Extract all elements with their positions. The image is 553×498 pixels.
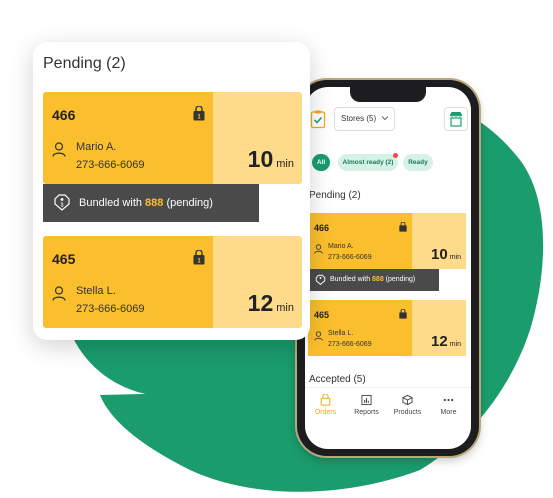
bundle-tag-icon: $ bbox=[54, 194, 70, 211]
order-card[interactable]: 465 1 Stella L. 273-666-6069 12 min bbox=[43, 236, 302, 328]
person-icon bbox=[314, 244, 323, 254]
order-number: 466 bbox=[314, 223, 330, 233]
customer-phone: 273-666-6069 bbox=[328, 341, 372, 348]
store-button[interactable] bbox=[444, 107, 468, 131]
time-remaining: 12 min bbox=[247, 290, 294, 316]
ellipsis-icon bbox=[443, 398, 454, 402]
chevron-down-icon bbox=[381, 116, 389, 121]
customer-name: Mario A. bbox=[76, 141, 117, 153]
customer-phone: 273-666-6069 bbox=[76, 303, 145, 315]
storefront-icon bbox=[449, 112, 463, 127]
customer-phone: 273-666-6069 bbox=[76, 159, 145, 171]
locked-bag-icon bbox=[399, 222, 407, 232]
accepted-section-title: Accepted (5) bbox=[309, 374, 366, 385]
order-card[interactable]: 466 1 Mario A. 273-666-6069 10 min bbox=[43, 92, 302, 184]
phone-screen: Stores (5) All Almost ready (2) Ready Pe… bbox=[305, 87, 471, 449]
customer-name: Stella L. bbox=[328, 330, 354, 337]
locked-bag-icon bbox=[399, 309, 407, 319]
locked-bag-icon: 1 bbox=[193, 250, 205, 265]
clipboard-check-icon[interactable] bbox=[310, 109, 326, 129]
bar-chart-icon bbox=[361, 394, 372, 406]
bundle-banner[interactable]: Bundled with 888 (pending) bbox=[309, 269, 439, 291]
svg-text:$: $ bbox=[61, 203, 64, 209]
bundle-banner[interactable]: $ Bundled with 888 (pending) bbox=[43, 184, 259, 222]
svg-text:1: 1 bbox=[197, 258, 201, 265]
pending-section-title: Pending (2) bbox=[309, 190, 361, 201]
time-remaining: 10 min bbox=[247, 146, 294, 172]
alert-dot bbox=[393, 153, 398, 158]
phone-notch bbox=[350, 87, 426, 102]
tab-more[interactable]: More bbox=[428, 394, 469, 416]
stores-dropdown[interactable]: Stores (5) bbox=[334, 107, 395, 131]
customer-phone: 273-666-6069 bbox=[328, 254, 372, 261]
tab-orders[interactable]: Orders bbox=[305, 394, 346, 416]
bottom-tab-bar: Orders Reports Products More bbox=[305, 387, 471, 428]
order-card[interactable]: 465 Stella L. 273-666-6069 12 min bbox=[308, 300, 466, 356]
person-icon bbox=[314, 331, 323, 341]
bag-icon bbox=[320, 394, 331, 406]
time-remaining: 10 min bbox=[431, 246, 461, 263]
order-number: 465 bbox=[52, 251, 76, 267]
order-number: 466 bbox=[52, 107, 76, 123]
svg-text:1: 1 bbox=[197, 114, 201, 121]
order-number: 465 bbox=[314, 310, 330, 320]
person-icon bbox=[52, 286, 66, 301]
bundle-text: Bundled with 888 (pending) bbox=[330, 276, 416, 283]
box-icon bbox=[402, 394, 413, 406]
locked-bag-icon: 1 bbox=[193, 106, 205, 121]
time-remaining: 12 min bbox=[431, 333, 461, 350]
pending-title: Pending (2) bbox=[43, 55, 126, 72]
filter-almost-ready[interactable]: Almost ready (2) bbox=[338, 154, 398, 171]
bundle-text: Bundled with 888 (pending) bbox=[79, 197, 213, 209]
tab-reports[interactable]: Reports bbox=[346, 394, 387, 416]
order-card[interactable]: 466 Mario A. 273-666-6069 10 min bbox=[308, 213, 466, 269]
filter-all[interactable]: All bbox=[312, 154, 330, 171]
customer-name: Mario A. bbox=[328, 243, 354, 250]
person-icon bbox=[52, 142, 66, 157]
tab-products[interactable]: Products bbox=[387, 394, 428, 416]
customer-name: Stella L. bbox=[76, 285, 116, 297]
bundle-tag-icon bbox=[315, 274, 326, 285]
pending-orders-card: Pending (2) 466 1 Mario A. 273-666-6069 … bbox=[33, 42, 310, 340]
filter-ready[interactable]: Ready bbox=[403, 154, 433, 171]
